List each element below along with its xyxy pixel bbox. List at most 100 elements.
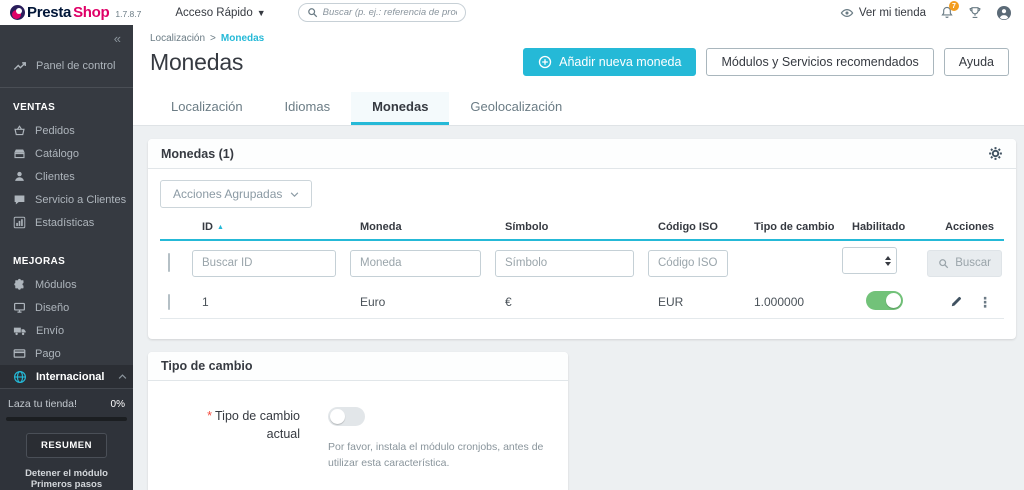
view-shop-link[interactable]: Ver mi tienda xyxy=(840,7,926,19)
sidebar-item-label: Pago xyxy=(35,347,61,360)
global-search-input[interactable] xyxy=(322,7,457,18)
sidebar-section-mejoras: MEJORAS xyxy=(13,256,66,267)
profile-button[interactable] xyxy=(996,5,1012,21)
chevron-up-icon xyxy=(118,373,127,380)
monitor-icon xyxy=(13,301,26,314)
sidebar-item-modulos[interactable]: Módulos xyxy=(0,273,133,296)
sidebar-item-label: Estadísticas xyxy=(35,216,95,229)
exchange-rate-panel: Tipo de cambio * Tipo de cambio actual Po… xyxy=(148,352,568,490)
cell-iso: EUR xyxy=(658,294,684,309)
sidebar-item-label: Clientes xyxy=(35,170,75,183)
required-mark: * xyxy=(207,409,212,423)
sidebar-item-pago[interactable]: Pago xyxy=(0,342,133,365)
prestashop-logo[interactable]: Presta Shop 1.7.8.7 xyxy=(0,4,141,21)
cell-rate: 1.000000 xyxy=(754,294,805,309)
person-icon xyxy=(13,170,26,183)
column-header-id[interactable]: ID ▲ xyxy=(192,217,350,239)
sidebar-collapse-button[interactable]: « xyxy=(114,31,121,46)
sidebar-item-envio[interactable]: Envío xyxy=(0,319,133,342)
currencies-panel: Monedas (1) Acciones Agrupadas ID ▲ Mone… xyxy=(148,139,1016,339)
edit-pencil-icon[interactable] xyxy=(950,295,963,308)
sidebar-item-label: Internacional xyxy=(36,370,105,383)
breadcrumb-separator: > xyxy=(210,33,216,44)
row-actions-menu-icon[interactable]: ⋮ xyxy=(978,295,992,309)
breadcrumb-parent[interactable]: Localización xyxy=(150,33,205,44)
sidebar-item-label: Servicio a Clientes xyxy=(35,193,127,206)
sidebar-item-label: Pedidos xyxy=(35,124,75,137)
page-title: Monedas xyxy=(150,48,244,75)
sidebar-item-servicio-clientes[interactable]: Servicio a Clientes xyxy=(0,188,133,211)
enabled-toggle[interactable] xyxy=(866,290,903,310)
globe-icon xyxy=(13,370,27,384)
truck-icon xyxy=(13,324,27,337)
bar-chart-icon xyxy=(13,216,26,229)
sidebar-section-ventas: VENTAS xyxy=(13,102,56,113)
launch-store-label: Laza tu tienda! xyxy=(8,398,77,410)
view-shop-label: Ver mi tienda xyxy=(858,6,926,19)
sidebar-item-clientes[interactable]: Clientes xyxy=(0,165,133,188)
eye-icon xyxy=(840,7,854,19)
search-icon xyxy=(307,7,318,18)
credit-card-icon xyxy=(13,347,26,360)
cronjobs-help-text: Por favor, instala el módulo cronjobs, a… xyxy=(328,441,544,469)
filter-id-input[interactable] xyxy=(192,249,336,277)
recommended-modules-button[interactable]: Módulos y Servicios recomendados xyxy=(706,48,934,76)
chevron-down-icon xyxy=(290,191,299,198)
sidebar-item-diseno[interactable]: Diseño xyxy=(0,296,133,319)
table-header-row: ID ▲ Moneda Símbolo Código ISO Tipo de c… xyxy=(160,217,1004,241)
quick-access-dropdown[interactable]: Acceso Rápido ▼ xyxy=(175,7,265,19)
currency-table-row: 1 Euro € EUR 1.000000 ⋮ xyxy=(160,285,1004,319)
brand-name-left: Presta xyxy=(27,4,72,21)
onboarding-trophy-button[interactable] xyxy=(968,5,982,20)
live-exchange-toggle[interactable] xyxy=(328,407,365,426)
column-header-habilitado[interactable]: Habilitado xyxy=(842,217,924,239)
tab-geolocalizacion[interactable]: Geolocalización xyxy=(449,92,583,125)
sidebar-item-dashboard[interactable]: Panel de control xyxy=(0,54,133,77)
stop-onboarding-link[interactable]: Detener el módulo Primeros pasos xyxy=(6,468,127,490)
onboarding-progress-value: 0% xyxy=(110,398,125,410)
tab-monedas[interactable]: Monedas xyxy=(351,92,450,125)
filter-symbol-input[interactable] xyxy=(495,249,634,277)
sort-asc-icon: ▲ xyxy=(217,223,224,231)
trophy-icon xyxy=(969,7,981,18)
store-icon xyxy=(13,147,26,160)
filter-iso-input[interactable] xyxy=(648,249,728,277)
tab-idiomas[interactable]: Idiomas xyxy=(264,92,352,125)
main-content: Localización > Monedas Monedas Añadir nu… xyxy=(133,25,1024,490)
sidebar-divider xyxy=(0,87,133,88)
column-header-moneda[interactable]: Moneda xyxy=(350,217,495,239)
onboarding-progress-bar xyxy=(6,417,127,421)
filter-enabled-select[interactable] xyxy=(842,247,897,274)
resume-button[interactable]: RESUMEN xyxy=(25,433,107,458)
filter-currency-input[interactable] xyxy=(350,249,481,277)
breadcrumb-current: Monedas xyxy=(220,33,265,44)
help-button[interactable]: Ayuda xyxy=(943,48,1009,76)
column-header-acciones: Acciones xyxy=(945,221,994,233)
bulk-actions-dropdown[interactable]: Acciones Agrupadas xyxy=(160,180,313,208)
column-header-simbolo[interactable]: Símbolo xyxy=(495,217,648,239)
gear-icon[interactable] xyxy=(988,146,1003,161)
sidebar-item-label: Diseño xyxy=(35,301,70,314)
sidebar-item-internacional[interactable]: Internacional xyxy=(0,365,133,388)
global-search xyxy=(297,3,466,22)
sidebar-item-label: Catálogo xyxy=(35,147,80,160)
sidebar-item-label: Módulos xyxy=(35,278,77,291)
cell-currency: Euro xyxy=(360,294,386,309)
column-header-tipo-cambio[interactable]: Tipo de cambio xyxy=(744,217,842,239)
prestashop-logo-icon xyxy=(10,5,25,20)
table-search-button[interactable]: Buscar xyxy=(927,249,1002,277)
notifications-button[interactable]: 7 xyxy=(940,1,959,20)
chat-icon xyxy=(13,193,26,206)
add-currency-button[interactable]: Añadir nueva moneda xyxy=(523,48,697,76)
sidebar-item-catalogo[interactable]: Catálogo xyxy=(0,142,133,165)
sidebar-item-estadisticas[interactable]: Estadísticas xyxy=(0,211,133,234)
page-header: Localización > Monedas Monedas Añadir nu… xyxy=(133,25,1024,126)
row-checkbox[interactable] xyxy=(168,293,170,310)
select-all-checkbox[interactable] xyxy=(168,253,170,272)
topbar: Presta Shop 1.7.8.7 Acceso Rápido ▼ Ver … xyxy=(0,0,1024,25)
sidebar-item-pedidos[interactable]: Pedidos xyxy=(0,119,133,142)
currencies-panel-title: Monedas (1) xyxy=(161,146,234,161)
column-header-codigo-iso[interactable]: Código ISO xyxy=(648,217,744,239)
select-arrows-icon xyxy=(885,255,891,266)
tab-localizacion[interactable]: Localización xyxy=(150,92,264,125)
